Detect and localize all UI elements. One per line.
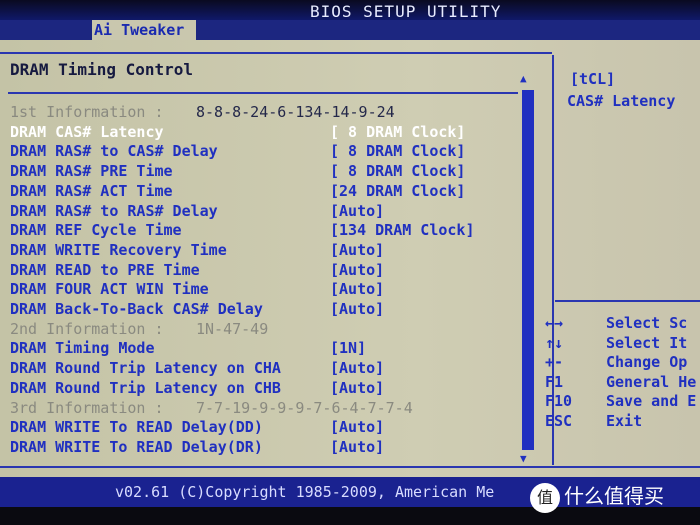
setting-value[interactable]: [Auto] [330,418,384,436]
key-label: ←→ [545,314,564,332]
copyright: v02.61 (C)Copyright 1985-2009, American … [115,483,495,501]
divider [8,92,518,94]
setting-value[interactable]: [134 DRAM Clock] [330,221,475,239]
help-key: [tCL] [570,70,616,88]
setting-value[interactable]: [1N] [330,339,366,357]
info-label: 1st Information : [10,103,164,121]
info-value: 1N-47-49 [196,319,269,338]
setting-value[interactable]: [ 8 DRAM Clock] [330,162,465,180]
setting-label[interactable]: DRAM WRITE Recovery Time [10,241,227,259]
help-description: CAS# Latency [567,92,676,110]
setting-label[interactable]: DRAM WRITE To READ Delay(DD) [10,418,263,436]
key-action: Save and E [606,392,697,410]
key-action: General He [606,372,697,391]
setting-label[interactable]: DRAM Round Trip Latency on CHA [10,359,281,377]
divider [555,300,700,302]
setting-label[interactable]: DRAM FOUR ACT WIN Time [10,280,209,298]
divider [0,52,552,54]
setting-label[interactable]: DRAM RAS# PRE Time [10,162,173,180]
setting-value[interactable]: [Auto] [330,241,384,259]
info-label: 3rd Information : [10,398,164,417]
setting-label[interactable]: DRAM RAS# ACT Time [10,182,173,200]
setting-label[interactable]: DRAM Round Trip Latency on CHB [10,379,281,397]
title-bar: BIOS SETUP UTILITY [0,0,700,22]
setting-value[interactable]: [Auto] [330,280,384,298]
key-action: Change Op [606,353,688,371]
key-label: +- [545,353,564,371]
scrollbar[interactable] [522,90,534,450]
key-label: F10 [545,392,573,410]
window-title: BIOS SETUP UTILITY [310,2,502,21]
setting-value[interactable]: [Auto] [330,379,384,397]
watermark-text: 什么值得买 [564,484,664,508]
info-value: 7-7-19-9-9-9-7-6-4-7-7-4 [196,398,413,417]
setting-value[interactable]: [Auto] [330,261,384,279]
scroll-down-icon[interactable]: ▼ [520,452,527,465]
watermark: 值什么值得买 [530,480,700,515]
scroll-up-icon[interactable]: ▲ [520,72,527,85]
key-label: ↑↓ [545,333,564,352]
setting-value[interactable]: [Auto] [330,300,384,318]
setting-value[interactable]: [24 DRAM Clock] [330,182,465,200]
key-label: ESC [545,411,573,430]
setting-label[interactable]: DRAM Back-To-Back CAS# Delay [10,300,263,318]
setting-label[interactable]: DRAM RAS# to CAS# Delay [10,142,218,160]
setting-value[interactable]: [ 8 DRAM Clock] [330,142,465,160]
setting-value[interactable]: [Auto] [330,202,384,220]
section-title: DRAM Timing Control [10,60,194,79]
key-action: Select Sc [606,314,688,332]
setting-label[interactable]: DRAM Timing Mode [10,339,155,357]
setting-label[interactable]: DRAM REF Cycle Time [10,221,182,239]
setting-label[interactable]: DRAM RAS# to RAS# Delay [10,202,218,220]
info-value: 8-8-8-24-6-134-14-9-24 [196,103,395,121]
setting-label[interactable]: DRAM CAS# Latency [10,123,164,141]
setting-value[interactable]: [ 8 DRAM Clock] [330,123,465,141]
tab-ai-tweaker[interactable]: Ai Tweaker [92,20,196,42]
watermark-logo: 值 [530,482,560,513]
setting-label[interactable]: DRAM WRITE To READ Delay(DR) [10,438,263,456]
setting-value[interactable]: [Auto] [330,359,384,377]
key-label: F1 [545,372,564,391]
divider [0,466,700,468]
bios-screen: BIOS SETUP UTILITY Ai Tweaker DRAM Timin… [0,0,700,525]
key-action: Select It [606,333,688,352]
setting-label[interactable]: DRAM READ to PRE Time [10,261,200,279]
setting-value[interactable]: [Auto] [330,438,384,456]
info-label: 2nd Information : [10,319,164,338]
key-action: Exit [606,411,643,430]
